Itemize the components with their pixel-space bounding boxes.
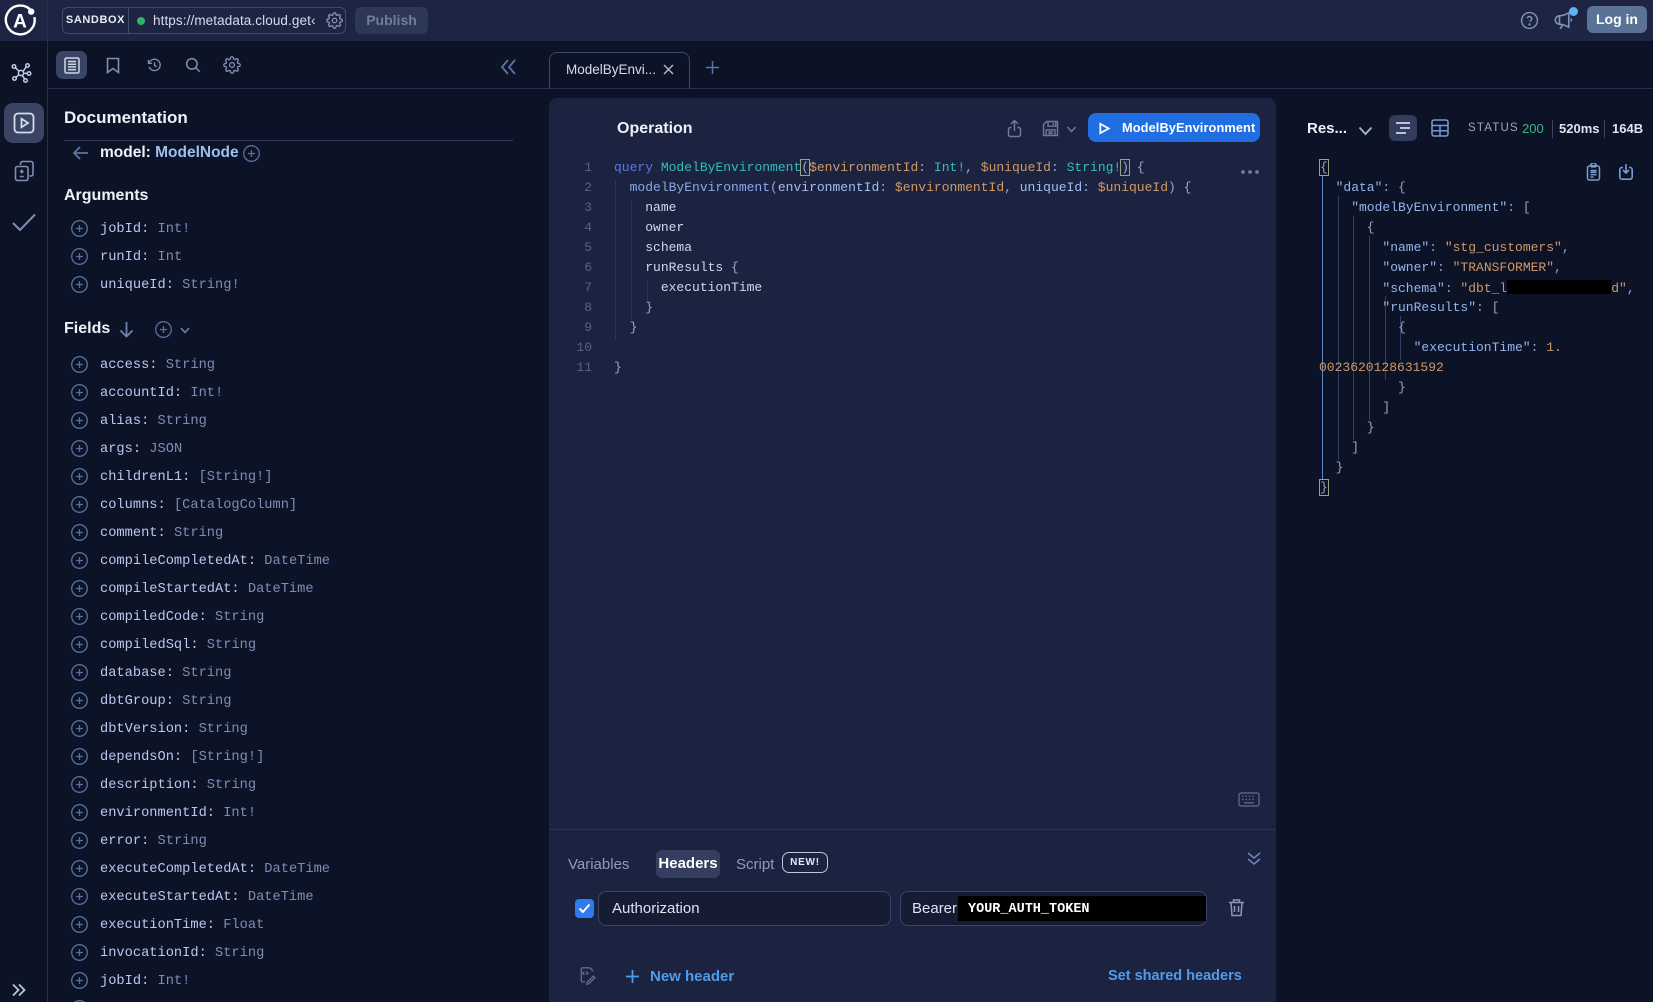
svg-text:A: A [13, 12, 27, 33]
